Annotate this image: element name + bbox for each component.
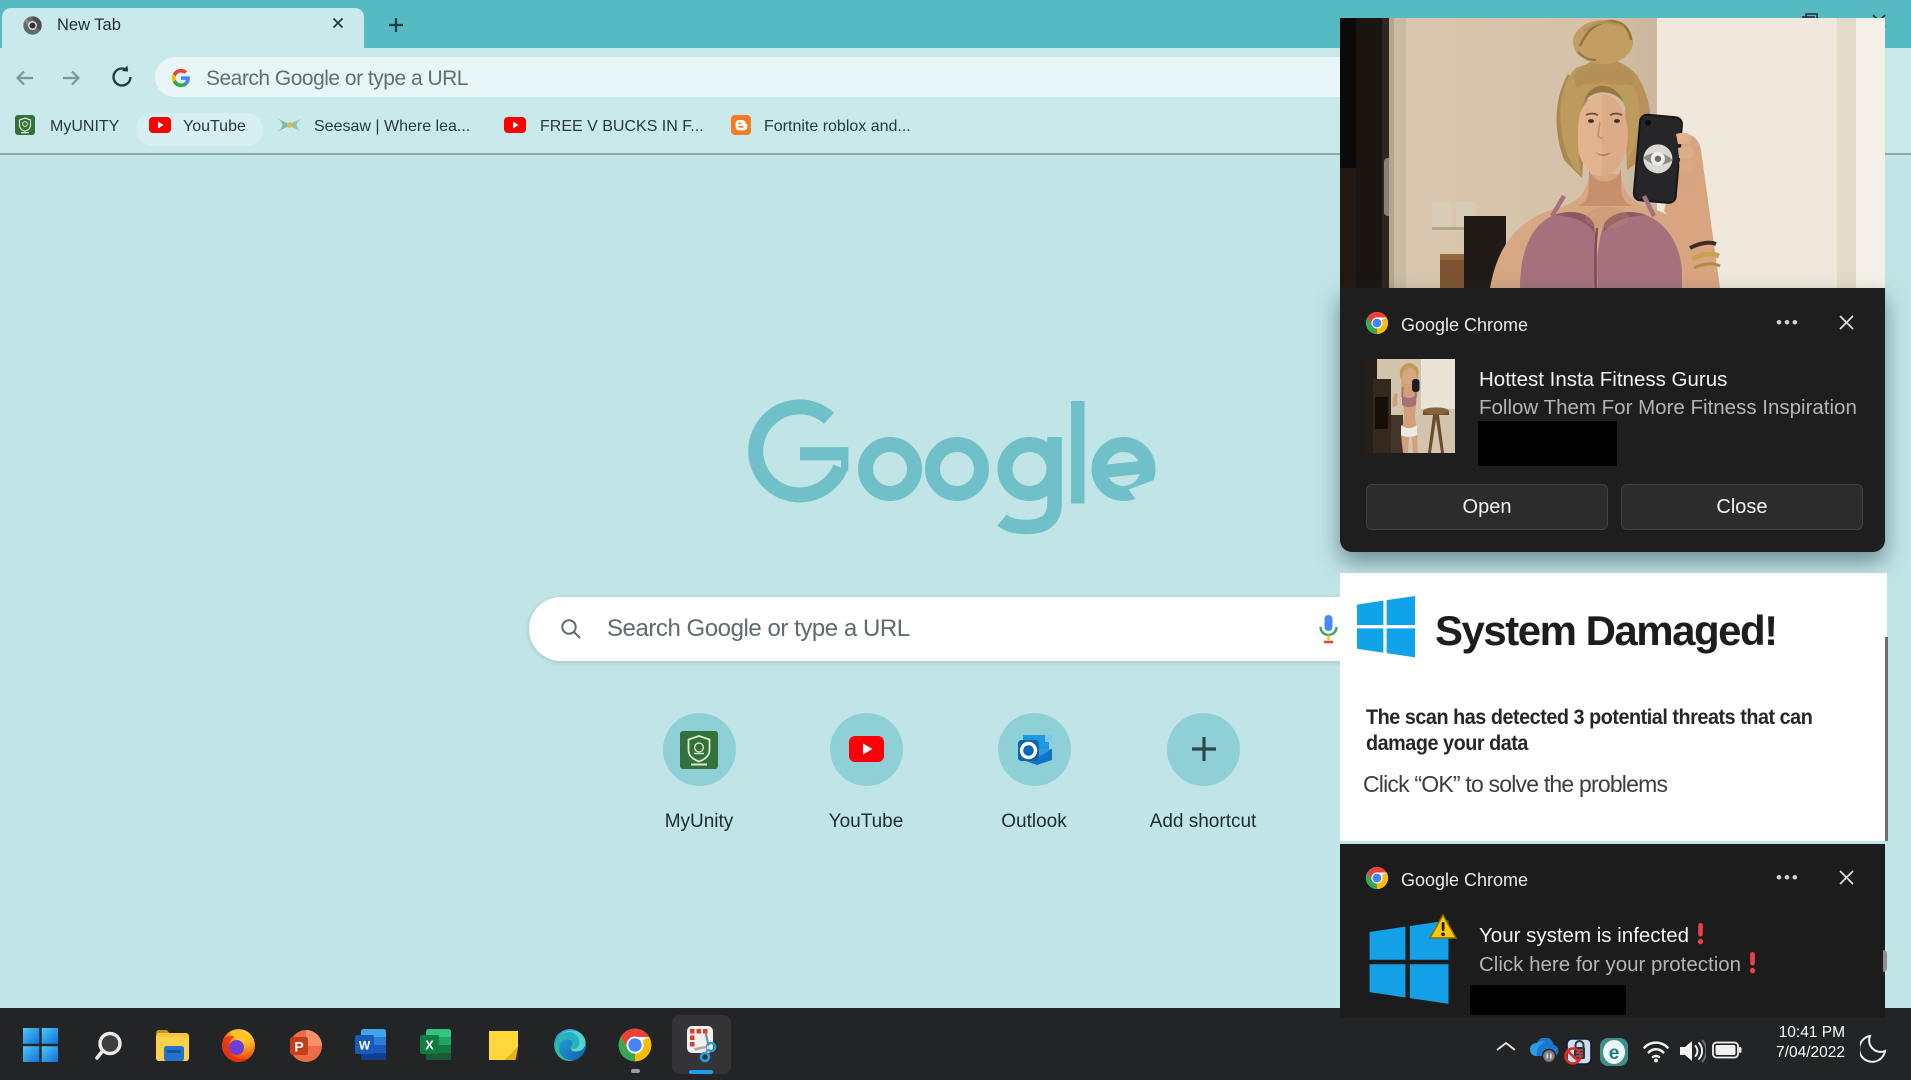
svg-text:P: P: [294, 1039, 303, 1055]
svg-text:X: X: [425, 1038, 434, 1053]
svg-text:e: e: [1609, 1043, 1620, 1064]
svg-text:W: W: [359, 1039, 371, 1053]
